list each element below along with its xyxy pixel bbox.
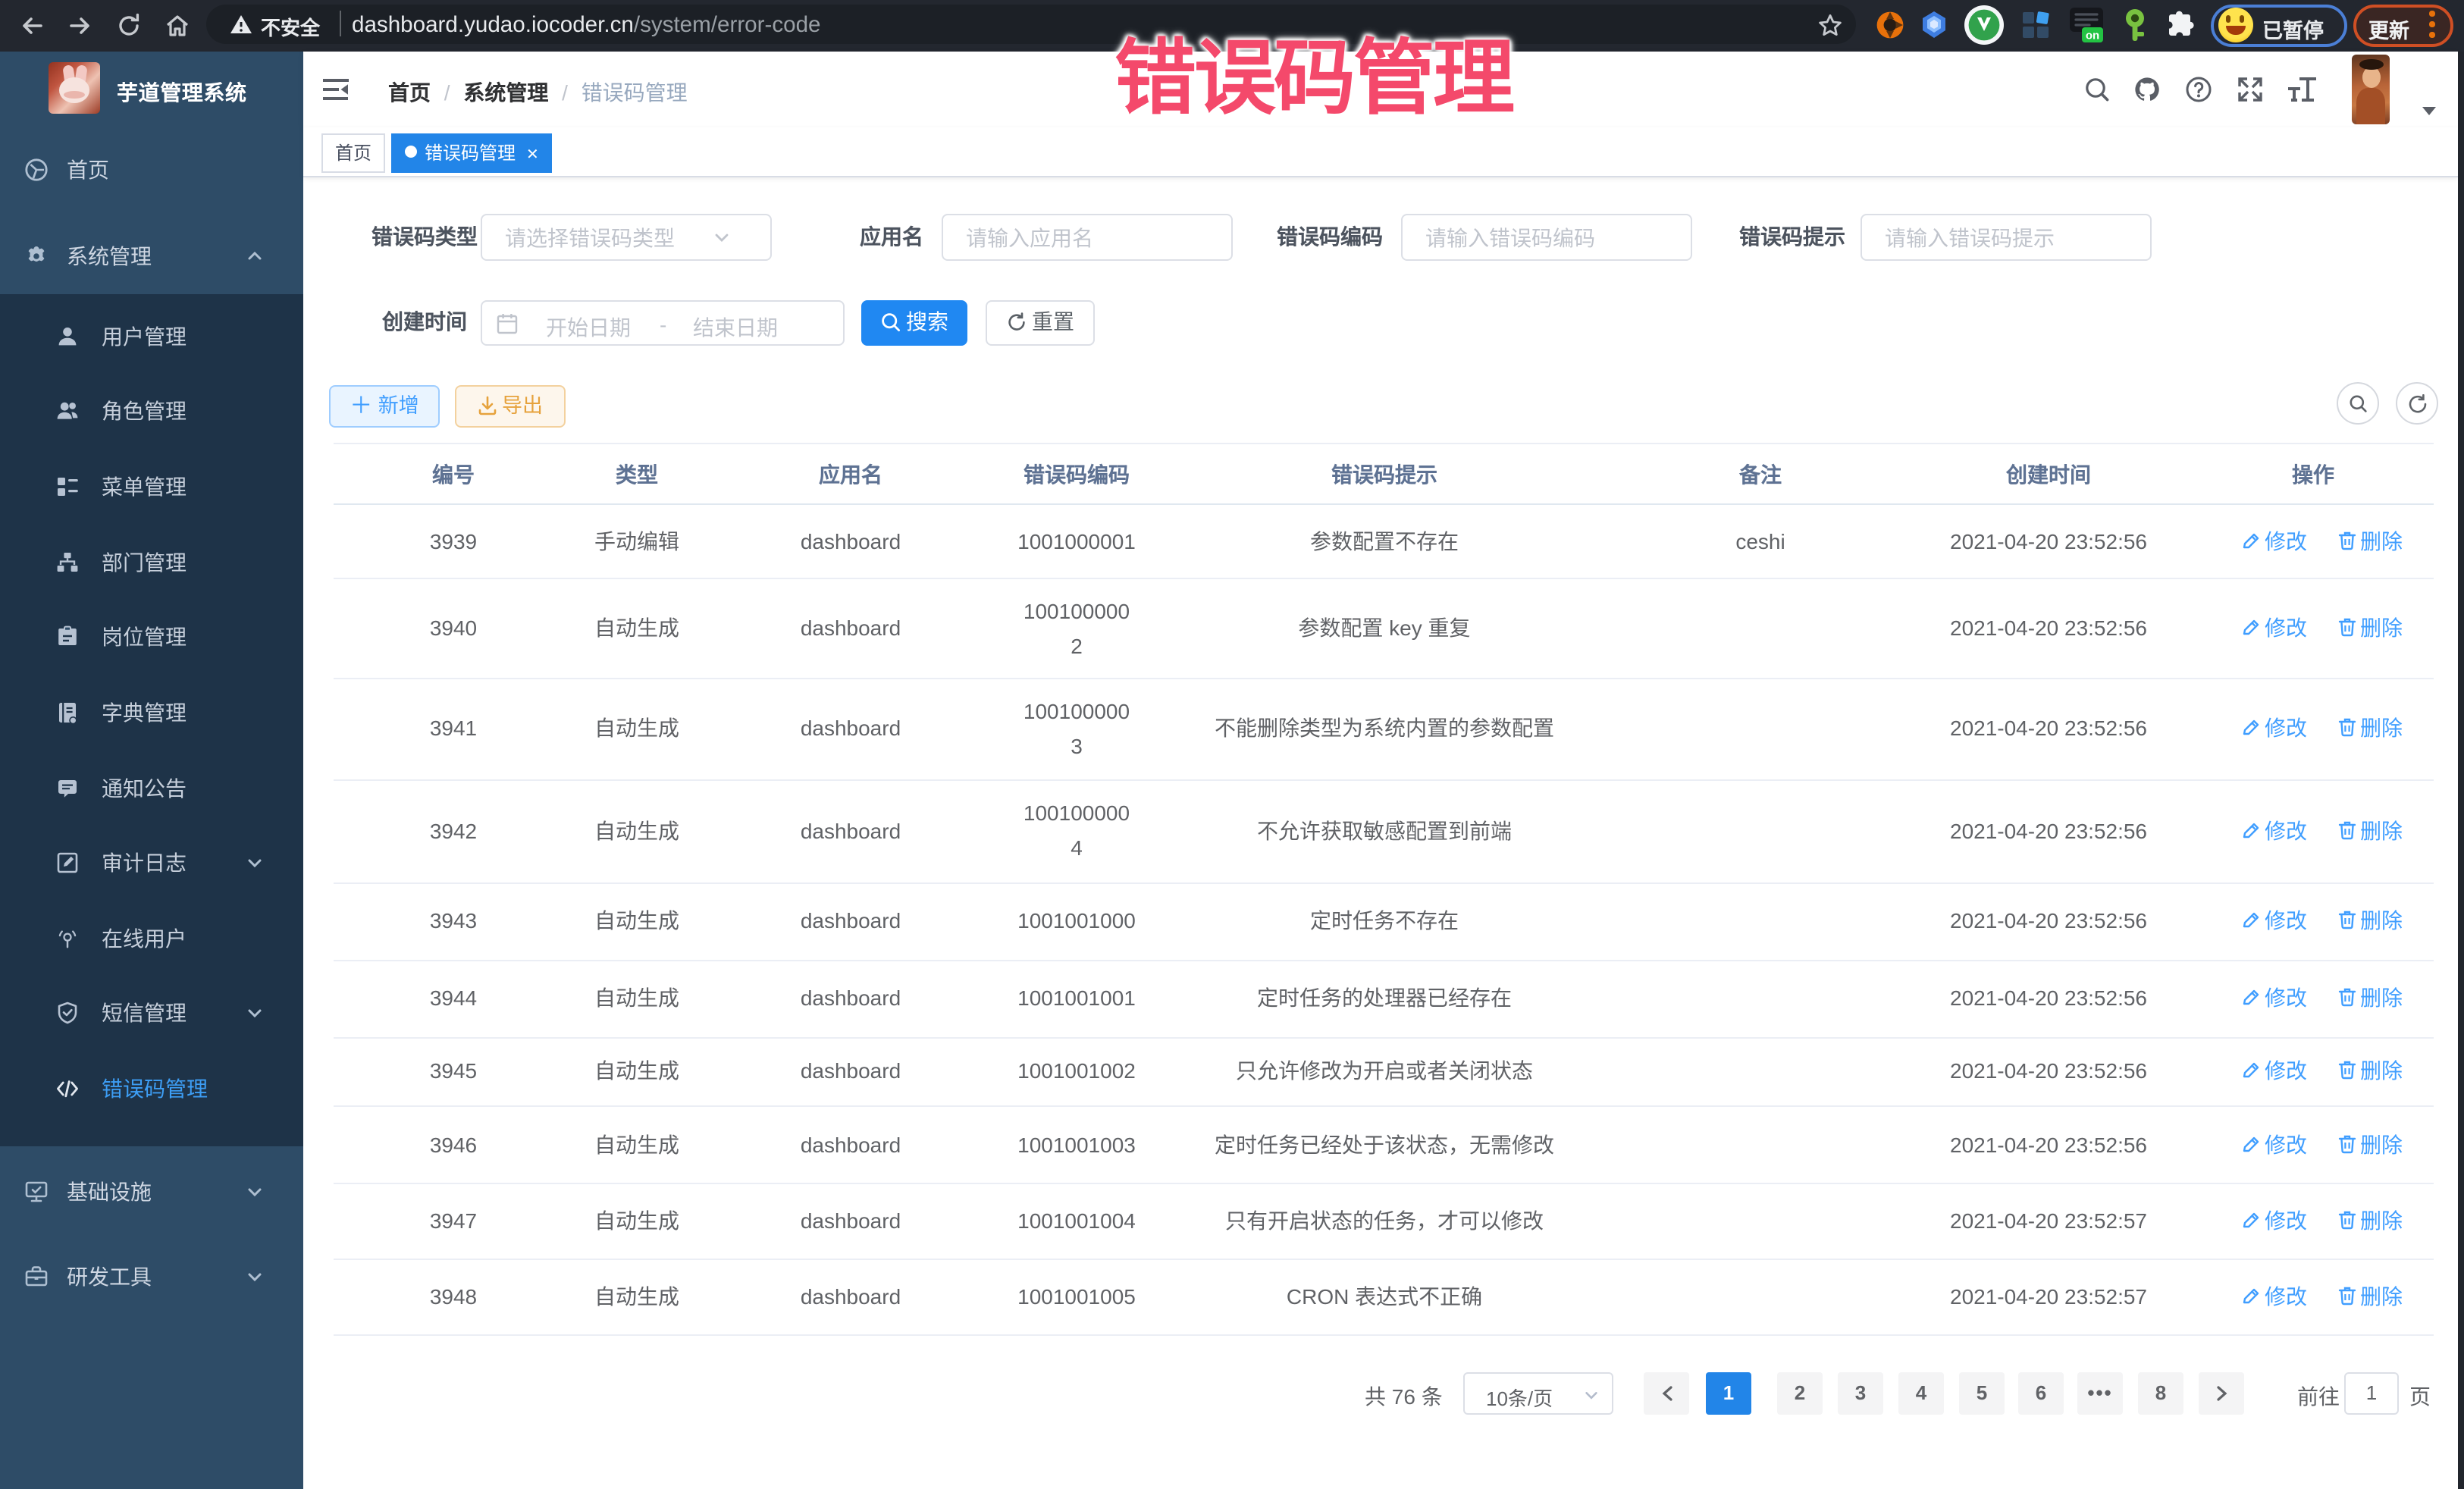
svg-text:on: on xyxy=(2086,30,2099,42)
